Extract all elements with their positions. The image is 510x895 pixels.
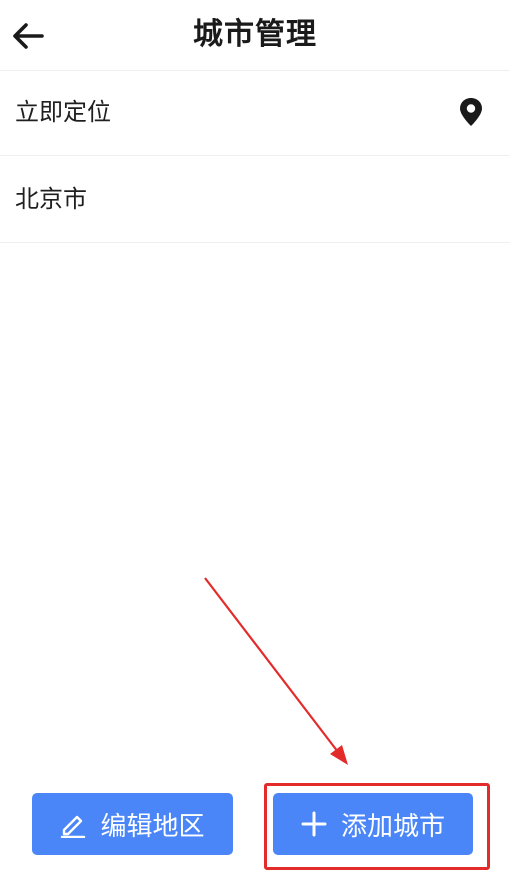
locate-now-item[interactable]: 立即定位 (0, 70, 510, 156)
pencil-icon (60, 810, 86, 838)
annotation-highlight-box (264, 783, 490, 870)
city-name-label: 北京市 (15, 185, 87, 213)
top-bar: 城市管理 (0, 0, 510, 71)
page-title: 城市管理 (193, 17, 317, 52)
edit-region-button[interactable]: 编辑地区 (32, 793, 233, 855)
location-pin-icon (460, 98, 482, 126)
city-item-beijing[interactable]: 北京市 (0, 157, 510, 243)
edit-region-label: 编辑地区 (100, 811, 205, 842)
locate-now-label: 立即定位 (15, 98, 111, 126)
